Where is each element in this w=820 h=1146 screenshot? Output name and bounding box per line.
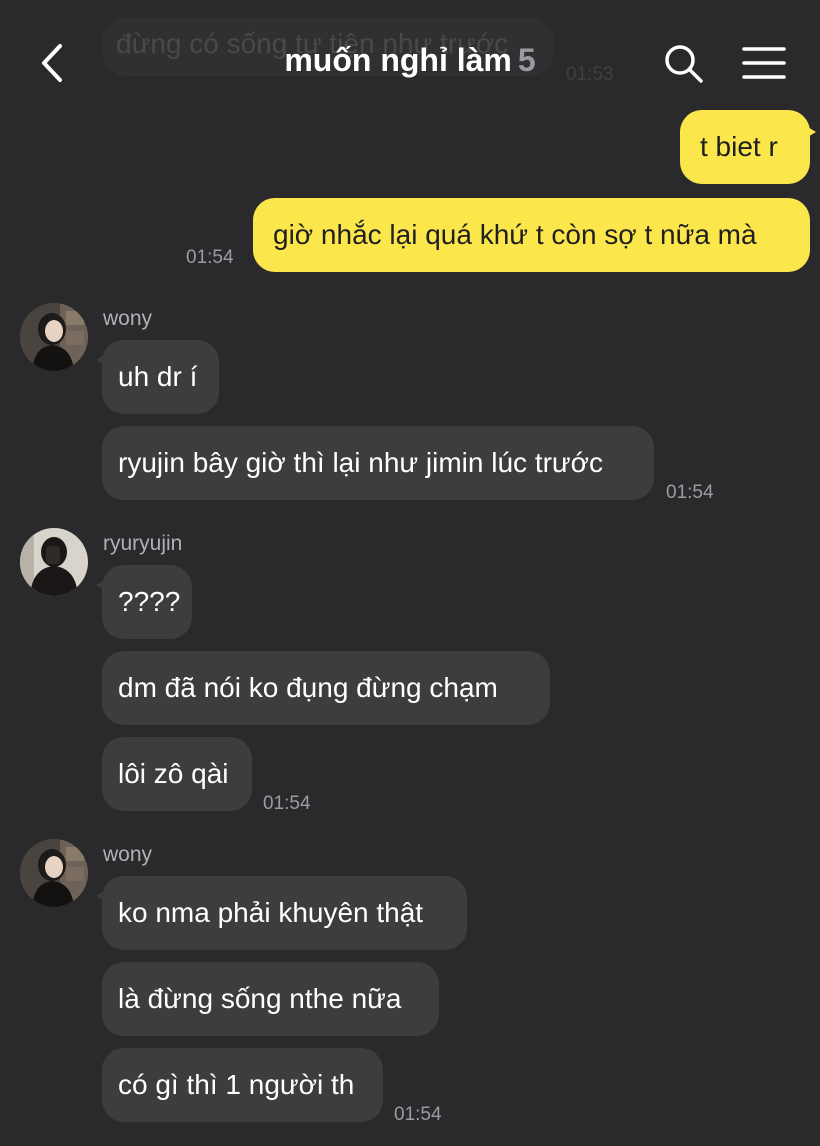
message-time: 01:54 — [263, 793, 311, 814]
message-bubble[interactable]: lôi zô qài — [102, 737, 252, 811]
avatar-wony[interactable] — [20, 839, 88, 907]
message-text: t biet r — [700, 131, 778, 162]
profile-photo-image — [20, 528, 88, 596]
message-bubble[interactable]: dm đã nói ko đụng đừng chạm — [102, 651, 550, 725]
message-text: ryujin bây giờ thì lại như jimin lúc trư… — [118, 447, 604, 478]
my-message-bubble[interactable]: t biet r — [680, 110, 816, 184]
profile-photo-image — [20, 839, 88, 907]
message-bubble[interactable]: uh dr í — [96, 340, 219, 414]
profile-photo-image — [20, 303, 88, 371]
search-icon — [665, 45, 703, 83]
message-bubble[interactable]: ko nma phải khuyên thật — [96, 876, 467, 950]
message-text: uh dr í — [118, 361, 198, 392]
message-time: 01:54 — [186, 247, 234, 268]
message-time: 01:54 — [666, 482, 714, 503]
member-count: 5 — [517, 42, 536, 78]
message-text: ???? — [118, 586, 181, 617]
avatar-wony[interactable] — [20, 303, 88, 371]
message-text: giờ nhắc lại quá khứ t còn sợ t nữa mà — [273, 219, 757, 250]
sender-name: ryuryujin — [103, 532, 183, 555]
chat-screen: đừng có sống tự tiện như trước 01:53 muố… — [0, 0, 820, 1146]
sender-name: wony — [103, 307, 153, 330]
message-text: dm đã nói ko đụng đừng chạm — [118, 672, 498, 703]
message-text: ko nma phải khuyên thật — [118, 897, 424, 928]
chat-title-text: muốn nghỉ làm — [284, 42, 512, 78]
menu-button[interactable] — [740, 44, 788, 84]
avatar-ryuryujin[interactable] — [20, 528, 88, 596]
message-text: có gì thì 1 người th — [118, 1069, 355, 1100]
my-message-bubble[interactable]: giờ nhắc lại quá khứ t còn sợ t nữa mà — [253, 198, 810, 272]
message-bubble[interactable]: có gì thì 1 người th — [102, 1048, 383, 1122]
message-bubble[interactable]: ryujin bây giờ thì lại như jimin lúc trư… — [102, 426, 654, 500]
chat-header: đừng có sống tự tiện như trước 01:53 muố… — [0, 0, 820, 108]
message-time: 01:54 — [394, 1104, 442, 1125]
message-text: là đừng sống nthe nữa — [118, 983, 402, 1014]
hamburger-menu-icon — [742, 47, 786, 79]
sender-name: wony — [103, 843, 153, 866]
search-button[interactable] — [660, 40, 706, 86]
message-text: lôi zô qài — [118, 758, 229, 789]
message-bubble[interactable]: ???? — [96, 565, 192, 639]
message-bubble[interactable]: là đừng sống nthe nữa — [102, 962, 439, 1036]
